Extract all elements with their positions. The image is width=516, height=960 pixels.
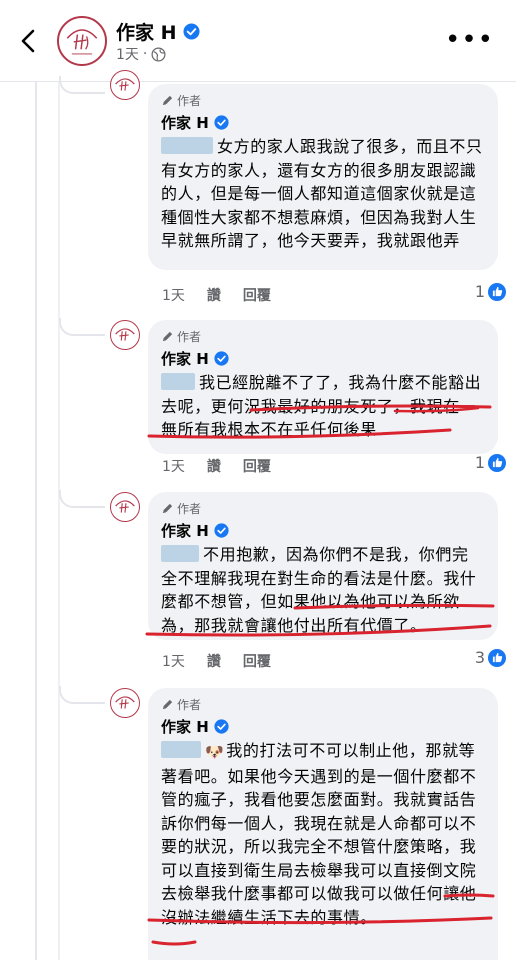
post-time[interactable]: 1天 bbox=[116, 44, 139, 64]
pencil-icon bbox=[162, 503, 173, 513]
reply-button[interactable]: 回覆 bbox=[243, 456, 271, 476]
globe-icon bbox=[151, 47, 166, 61]
reply-button[interactable]: 回覆 bbox=[243, 651, 271, 671]
comment-bubble: 作者 作家 H 女方的家人跟我說了很多，而且不只有女方的家人，還有女方的很多朋友… bbox=[148, 84, 498, 270]
reaction-number: 3 bbox=[474, 648, 485, 667]
author-logo-icon bbox=[115, 328, 135, 341]
comment-bubble: 作者 作家 H 不用抱歉，因為你們不是我，你們完全不理解我現在對生命的看法是什麼… bbox=[148, 492, 498, 640]
commenter-name[interactable]: 作家 H bbox=[161, 715, 485, 737]
author-name[interactable]: 作家 H bbox=[116, 18, 200, 45]
commenter-avatar[interactable] bbox=[110, 320, 140, 350]
like-button[interactable]: 讚 bbox=[207, 456, 221, 476]
thread-line bbox=[35, 82, 37, 960]
comment-actions: 1天 讚 回覆 bbox=[162, 456, 271, 476]
author-badge-label: 作者 bbox=[177, 329, 202, 344]
comment-text: 女方的家人跟我說了很多，而且不只有女方的家人，還有女方的很多朋友跟認識的人，但是… bbox=[161, 135, 485, 253]
commenter-avatar[interactable] bbox=[110, 492, 140, 522]
commenter-avatar[interactable] bbox=[110, 688, 140, 718]
commenter-name[interactable]: 作家 H bbox=[161, 347, 485, 369]
comment-actions: 1天 讚 回覆 bbox=[162, 285, 271, 305]
commenter-name[interactable]: 作家 H bbox=[161, 519, 485, 541]
more-options-button[interactable]: ••• bbox=[445, 27, 494, 53]
author-logo-icon bbox=[66, 29, 98, 55]
commenter-name-text: 作家 H bbox=[161, 113, 209, 132]
verified-badge-icon bbox=[214, 718, 229, 734]
verified-badge-icon bbox=[214, 350, 229, 366]
commenter-name[interactable]: 作家 H bbox=[161, 111, 485, 133]
like-button[interactable]: 讚 bbox=[207, 285, 221, 305]
post-header: 作家 H 1天 · ••• bbox=[0, 0, 516, 82]
mention-redacted bbox=[161, 373, 195, 390]
author-logo-icon bbox=[115, 500, 135, 513]
like-reaction-icon bbox=[488, 648, 506, 667]
meta-separator: · bbox=[142, 46, 148, 62]
commenter-name-text: 作家 H bbox=[161, 349, 209, 368]
reply-connector bbox=[59, 686, 105, 704]
mention-redacted bbox=[161, 741, 201, 758]
comment-time[interactable]: 1天 bbox=[162, 456, 185, 476]
reply-button[interactable]: 回覆 bbox=[243, 285, 271, 305]
comment-text: 🐶 我的打法可不可以制止他，那就等著看吧。如果他今天遇到的是一個什麼都不管的瘋子，… bbox=[161, 739, 485, 929]
comment-bubble: 作者 作家 H 我已經脫離不了了，我為什麼不能豁出去呢，更何況我最好的朋友死了，… bbox=[148, 320, 498, 454]
author-logo-icon bbox=[115, 78, 135, 91]
author-badge-label: 作者 bbox=[177, 501, 202, 516]
comment-time[interactable]: 1天 bbox=[162, 285, 185, 305]
back-arrow-icon[interactable] bbox=[14, 26, 44, 56]
verified-badge-icon bbox=[214, 522, 229, 538]
verified-badge-icon bbox=[214, 114, 229, 130]
comment-body: 我已經脫離不了了，我為什麼不能豁出去呢，更何況我最好的朋友死了，我現在一無所有我… bbox=[161, 373, 482, 439]
author-badge-label: 作者 bbox=[177, 697, 202, 712]
thread-line-inner bbox=[58, 82, 60, 960]
verified-badge-icon bbox=[183, 23, 200, 40]
pencil-icon bbox=[162, 95, 173, 105]
reply-connector bbox=[59, 318, 105, 336]
comment-bubble: 作者 作家 H 🐶 我的打法可不可以制止他，那就等著看吧。如果他今天遇到的是一個什… bbox=[148, 688, 498, 960]
pencil-icon bbox=[162, 331, 173, 341]
author-badge-label: 作者 bbox=[177, 93, 202, 108]
comment-time[interactable]: 1天 bbox=[162, 651, 185, 671]
like-reaction-icon bbox=[488, 453, 506, 472]
reaction-number: 1 bbox=[474, 282, 485, 301]
commenter-avatar[interactable] bbox=[110, 70, 140, 100]
author-badge: 作者 bbox=[161, 328, 485, 344]
author-badge: 作者 bbox=[161, 500, 485, 516]
reply-connector bbox=[59, 76, 105, 94]
commenter-name-text: 作家 H bbox=[161, 717, 209, 736]
author-badge: 作者 bbox=[161, 92, 485, 108]
post-meta: 1天 · bbox=[116, 44, 166, 64]
comment-text: 不用抱歉，因為你們不是我，你們完全不理解我現在對生命的看法是什麼。我什麼都不想管… bbox=[161, 543, 485, 637]
reply-connector bbox=[59, 490, 105, 508]
reaction-count[interactable]: 1 bbox=[475, 282, 506, 301]
comment-body: 我的打法可不可以制止他，那就等著看吧。如果他今天遇到的是一個什麼都不管的瘋子，我… bbox=[161, 741, 477, 927]
author-badge: 作者 bbox=[161, 696, 485, 712]
reaction-count[interactable]: 1 bbox=[475, 453, 506, 472]
like-button[interactable]: 讚 bbox=[207, 651, 221, 671]
comment-text: 我已經脫離不了了，我為什麼不能豁出去呢，更何況我最好的朋友死了，我現在一無所有我… bbox=[161, 371, 485, 442]
like-reaction-icon bbox=[488, 282, 506, 301]
comment-body: 不用抱歉，因為你們不是我，你們完全不理解我現在對生命的看法是什麼。我什麼都不想管… bbox=[161, 545, 477, 635]
mention-redacted bbox=[161, 137, 213, 154]
pencil-icon bbox=[162, 699, 173, 709]
author-logo-icon bbox=[115, 696, 135, 709]
commenter-name-text: 作家 H bbox=[161, 521, 209, 540]
comment-actions: 1天 讚 回覆 bbox=[162, 651, 271, 671]
dog-emoji-icon: 🐶 bbox=[205, 743, 225, 761]
mention-redacted bbox=[161, 545, 199, 562]
author-name-text: 作家 H bbox=[116, 22, 177, 44]
reaction-count[interactable]: 3 bbox=[475, 648, 506, 667]
author-avatar[interactable] bbox=[57, 16, 107, 66]
reaction-number: 1 bbox=[474, 453, 485, 472]
